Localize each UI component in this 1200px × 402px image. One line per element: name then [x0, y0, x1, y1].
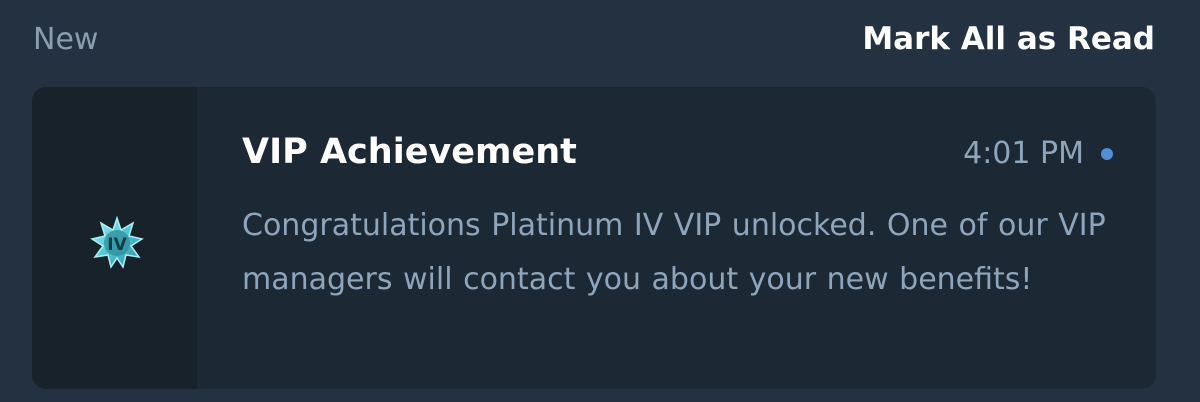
notification-card[interactable]: IV VIP Achievement 4:01 PM Congratulatio…	[32, 87, 1156, 389]
vip-badge-text: IV	[107, 235, 127, 255]
notification-time: 4:01 PM	[963, 136, 1084, 171]
notification-message: Congratulations Platinum IV VIP unlocked…	[242, 208, 1106, 297]
unread-indicator	[1101, 148, 1113, 160]
notification-content: VIP Achievement 4:01 PM Congratulations …	[242, 87, 1116, 389]
notification-icon-panel: IV	[32, 87, 197, 389]
mark-all-as-read-button[interactable]: Mark All as Read	[862, 18, 1155, 60]
notification-title: VIP Achievement	[242, 132, 577, 172]
notifications-header: New Mark All as Read	[0, 0, 1200, 80]
vip-star-badge-icon: IV	[90, 215, 144, 269]
section-label-new: New	[33, 22, 99, 57]
